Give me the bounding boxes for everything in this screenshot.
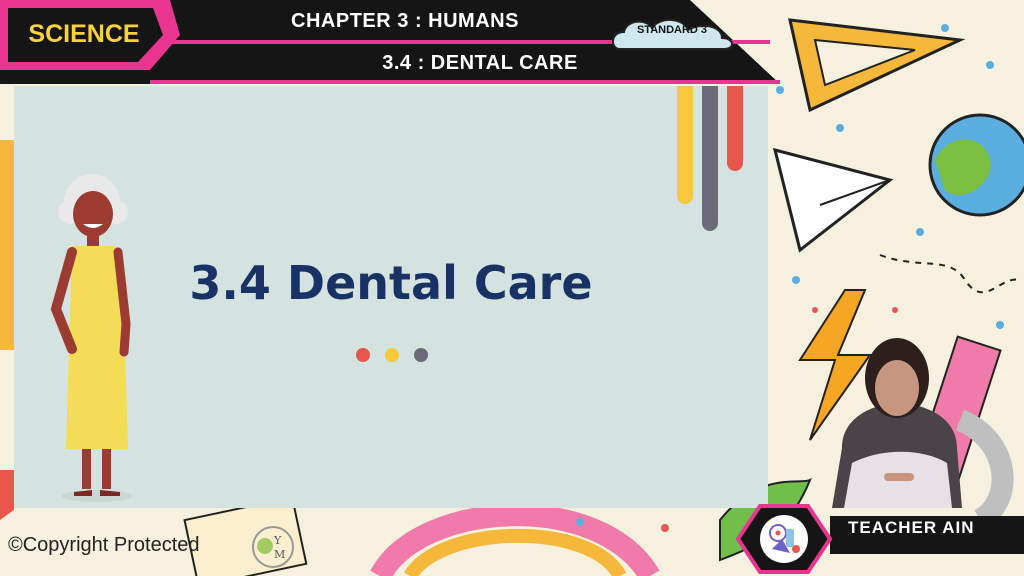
teacher-name: TEACHER AIN — [848, 518, 975, 537]
subject-label: SCIENCE — [28, 20, 140, 48]
svg-text:M: M — [274, 548, 285, 561]
decor-bar-red — [727, 86, 743, 171]
title-dot-gray — [414, 348, 428, 362]
standard-label: STANDARD 3 — [636, 24, 708, 36]
decor-bar-yellow — [677, 86, 693, 204]
svg-text:Y: Y — [273, 534, 282, 547]
presenter-video — [832, 338, 962, 508]
chapter-title: CHAPTER 3 : HUMANS — [291, 10, 519, 32]
header-underline — [150, 80, 780, 84]
grandmother-illustration — [50, 174, 132, 502]
slide-title: 3.4 Dental Care — [189, 256, 593, 310]
title-dot-red — [356, 348, 370, 362]
watermark-logo: Y M — [252, 526, 294, 568]
title-dot-yellow — [385, 348, 399, 362]
teacher-badge — [730, 502, 1024, 576]
copyright-notice: ©Copyright Protected — [8, 534, 200, 556]
topic-title: 3.4 : DENTAL CARE — [382, 52, 578, 74]
slide-panel: 3.4 Dental Care — [14, 86, 768, 508]
science-lab-icon — [769, 524, 800, 553]
decor-bar-gray — [702, 86, 718, 231]
